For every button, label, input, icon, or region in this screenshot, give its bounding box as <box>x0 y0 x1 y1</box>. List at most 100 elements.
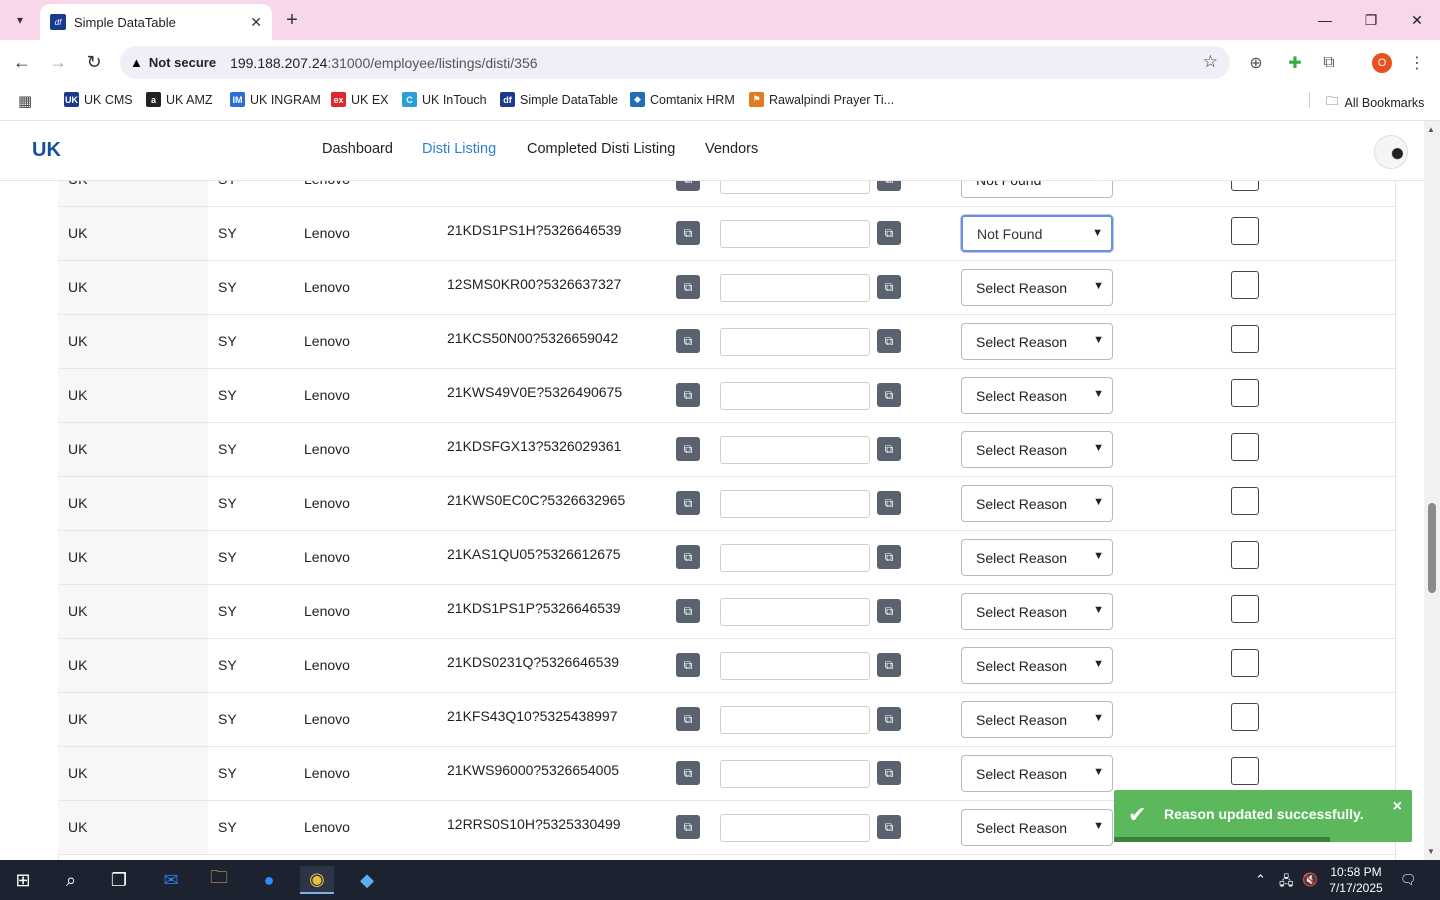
copy-part-button[interactable]: ⧉ <box>676 383 700 407</box>
value-input[interactable] <box>720 598 870 626</box>
row-checkbox[interactable] <box>1231 541 1259 569</box>
menu-kebab-icon[interactable]: ⋮ <box>1406 52 1428 74</box>
copy-part-button[interactable]: ⧉ <box>676 653 700 677</box>
profile-avatar[interactable]: O <box>1372 53 1392 73</box>
scrollbar-thumb[interactable] <box>1428 503 1436 593</box>
zoom-icon[interactable]: ● <box>252 866 286 894</box>
reason-select[interactable]: Select Reason ▼ <box>961 755 1113 792</box>
tab-close-icon[interactable]: ✕ <box>250 14 262 31</box>
copy-part-button[interactable]: ⧉ <box>676 545 700 569</box>
close-window-button[interactable]: ✕ <box>1394 0 1440 40</box>
paste-button[interactable]: ⧉ <box>877 181 901 191</box>
paste-button[interactable]: ⧉ <box>877 329 901 353</box>
row-checkbox[interactable] <box>1231 325 1259 353</box>
copy-part-button[interactable]: ⧉ <box>676 329 700 353</box>
page-scrollbar[interactable]: ▲ ▼ <box>1424 121 1440 860</box>
scroll-down-icon[interactable]: ▼ <box>1427 847 1435 856</box>
system-clock[interactable]: 10:58 PM 7/17/2025 <box>1322 864 1390 896</box>
minimize-button[interactable]: — <box>1302 0 1348 40</box>
paste-button[interactable]: ⧉ <box>877 653 901 677</box>
translate-icon[interactable]: ⊕ <box>1245 52 1267 74</box>
row-checkbox[interactable] <box>1231 703 1259 731</box>
bookmark-item[interactable]: a UK AMZ <box>146 92 213 107</box>
copy-part-button[interactable]: ⧉ <box>676 181 700 191</box>
bookmark-star-icon[interactable]: ☆ <box>1203 52 1218 72</box>
paste-button[interactable]: ⧉ <box>877 437 901 461</box>
bookmark-item[interactable]: C UK InTouch <box>402 92 487 107</box>
task-view-icon[interactable]: ❐ <box>102 866 136 894</box>
reason-select[interactable]: Select Reason ▼ <box>961 431 1113 468</box>
paste-button[interactable]: ⧉ <box>877 815 901 839</box>
copy-part-button[interactable]: ⧉ <box>676 437 700 461</box>
paste-button[interactable]: ⧉ <box>877 761 901 785</box>
copy-part-button[interactable]: ⧉ <box>676 275 700 299</box>
row-checkbox[interactable] <box>1231 487 1259 515</box>
network-icon[interactable]: 🖧 <box>1279 872 1294 894</box>
reason-select[interactable]: Select Reason ▼ <box>961 269 1113 306</box>
value-input[interactable] <box>720 181 870 194</box>
reason-select[interactable]: Select Reason ▼ <box>961 809 1113 846</box>
paste-button[interactable]: ⧉ <box>877 383 901 407</box>
forward-button[interactable]: → <box>44 48 72 76</box>
extensions-puzzle-icon[interactable]: ⧉ <box>1318 52 1340 74</box>
paste-button[interactable]: ⧉ <box>877 275 901 299</box>
bookmark-item[interactable]: UK UK CMS <box>64 92 133 107</box>
reason-select[interactable]: Select Reason ▼ <box>961 593 1113 630</box>
copy-part-button[interactable]: ⧉ <box>676 815 700 839</box>
value-input[interactable] <box>720 436 870 464</box>
paste-button[interactable]: ⧉ <box>877 221 901 245</box>
paste-button[interactable]: ⧉ <box>877 707 901 731</box>
bookmark-item[interactable]: ⚑ Rawalpindi Prayer Ti... <box>749 92 894 107</box>
apps-grid-icon[interactable]: ▦ <box>18 92 34 110</box>
restore-button[interactable]: ❐ <box>1348 0 1394 40</box>
value-input[interactable] <box>720 274 870 302</box>
row-checkbox[interactable] <box>1231 433 1259 461</box>
scroll-up-icon[interactable]: ▲ <box>1427 125 1435 134</box>
reason-select[interactable]: Not Found ▼ <box>961 181 1113 198</box>
bookmark-item[interactable]: ex UK EX <box>331 92 389 107</box>
row-checkbox[interactable] <box>1231 757 1259 785</box>
paste-button[interactable]: ⧉ <box>877 491 901 515</box>
app-diamond-icon[interactable]: ◆ <box>350 866 384 894</box>
file-explorer-icon[interactable]: 🗀 <box>202 866 236 894</box>
extension-plus-icon[interactable]: ✚ <box>1284 52 1306 74</box>
reason-select[interactable]: Select Reason ▼ <box>961 701 1113 738</box>
paste-button[interactable]: ⧉ <box>877 545 901 569</box>
toast-close-button[interactable]: × <box>1393 798 1402 816</box>
new-tab-button[interactable]: + <box>280 8 304 32</box>
value-input[interactable] <box>720 490 870 518</box>
value-input[interactable] <box>720 652 870 680</box>
nav-dashboard[interactable]: Dashboard <box>322 141 393 157</box>
user-avatar[interactable] <box>1374 135 1408 169</box>
value-input[interactable] <box>720 544 870 572</box>
reason-select[interactable]: Select Reason ▼ <box>961 377 1113 414</box>
row-checkbox[interactable] <box>1231 217 1259 245</box>
all-bookmarks-button[interactable]: 🗀 All Bookmarks <box>1326 92 1424 113</box>
row-checkbox[interactable] <box>1231 649 1259 677</box>
nav-vendors[interactable]: Vendors <box>705 141 758 157</box>
volume-icon[interactable]: 🔇 <box>1302 872 1318 888</box>
copy-part-button[interactable]: ⧉ <box>676 221 700 245</box>
row-checkbox[interactable] <box>1231 271 1259 299</box>
tab-search-chevron-icon[interactable]: ▾ <box>8 8 32 32</box>
browser-tab[interactable]: df Simple DataTable ✕ <box>40 4 272 40</box>
outlook-icon[interactable]: ✉ <box>154 866 188 894</box>
reason-select[interactable]: Select Reason ▼ <box>961 539 1113 576</box>
row-checkbox[interactable] <box>1231 379 1259 407</box>
tray-chevron-icon[interactable]: ⌃ <box>1255 872 1266 888</box>
search-icon[interactable]: ⌕ <box>54 866 88 894</box>
value-input[interactable] <box>720 760 870 788</box>
value-input[interactable] <box>720 382 870 410</box>
notifications-icon[interactable]: 🗨 <box>1400 872 1417 888</box>
windows-start-icon[interactable]: ⊞ <box>6 866 40 894</box>
address-bar[interactable]: ▲ Not secure 199.188.207.24:31000/employ… <box>120 46 1230 79</box>
copy-part-button[interactable]: ⧉ <box>676 491 700 515</box>
reason-select[interactable]: Select Reason ▼ <box>961 485 1113 522</box>
row-checkbox[interactable] <box>1231 595 1259 623</box>
value-input[interactable] <box>720 220 870 248</box>
nav-disti-listing[interactable]: Disti Listing <box>422 141 496 157</box>
reload-button[interactable]: ↻ <box>80 48 108 76</box>
reason-select[interactable]: Select Reason ▼ <box>961 323 1113 360</box>
app-logo[interactable]: UK <box>32 139 61 162</box>
chrome-icon[interactable]: ◉ <box>300 866 334 894</box>
